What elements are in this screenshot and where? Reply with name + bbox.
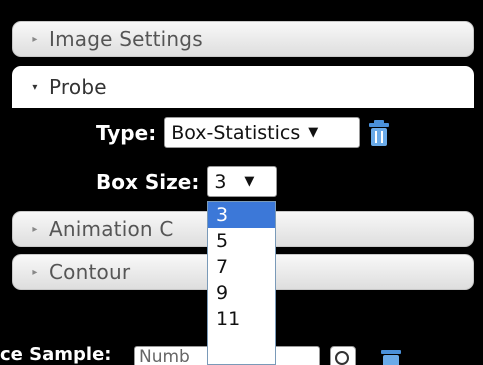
type-select-value: Box-Statistics	[171, 121, 301, 144]
chevron-right-icon: ▸	[32, 266, 38, 278]
section-label: Probe	[49, 75, 107, 99]
type-select[interactable]: Box-Statistics ▼	[164, 117, 361, 148]
trash-icon[interactable]	[380, 346, 406, 365]
chevron-right-icon: ▸	[32, 223, 38, 235]
box-size-select[interactable]: 3 ▼	[207, 166, 278, 197]
chevron-right-icon: ▸	[32, 33, 38, 45]
box-size-select-value: 3	[214, 170, 227, 193]
dropdown-option[interactable]: 9	[208, 280, 275, 306]
section-label: Animation C	[49, 217, 174, 241]
section-probe[interactable]: ▾ Probe	[12, 66, 474, 108]
dropdown-option[interactable]: 11	[208, 306, 275, 332]
section-image-settings[interactable]: ▸ Image Settings	[12, 21, 474, 57]
caret-down-icon: ▼	[308, 125, 319, 140]
chevron-down-icon: ▾	[32, 81, 38, 93]
box-size-dropdown: 3 5 7 9 11	[207, 201, 276, 365]
sample-label: ce Sample:	[0, 344, 112, 365]
dropdown-option[interactable]: 7	[208, 254, 275, 280]
caret-down-icon: ▼	[244, 174, 255, 189]
dropdown-option[interactable]: 5	[208, 228, 275, 254]
type-label: Type:	[96, 120, 157, 145]
type-row: Type: Box-Statistics ▼	[96, 117, 390, 148]
section-label: Image Settings	[49, 27, 203, 51]
box-size-label: Box Size:	[96, 169, 200, 194]
section-label: Contour	[49, 260, 131, 284]
search-icon[interactable]	[330, 346, 356, 365]
dropdown-option[interactable]: 3	[208, 202, 275, 228]
trash-icon[interactable]	[368, 119, 390, 147]
box-size-row: Box Size: 3 ▼	[96, 166, 278, 197]
